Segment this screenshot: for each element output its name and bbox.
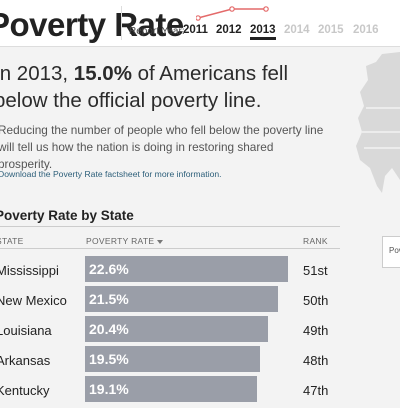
- poverty-rate-bar: 21.5%: [85, 286, 278, 312]
- table-row[interactable]: Louisiana 20.4% 49th: [0, 314, 340, 348]
- table-divider: [0, 226, 340, 227]
- page-title: Poverty Rate: [0, 6, 184, 43]
- poverty-rate-value: 20.4%: [89, 321, 129, 337]
- poverty-rate-value: 19.5%: [89, 351, 129, 367]
- state-name: New Mexico: [0, 293, 67, 308]
- year-2016: 2016: [353, 24, 379, 36]
- column-header-rate[interactable]: POVERTY RATE: [86, 236, 164, 246]
- intro-description: Reducing the number of people who fell b…: [0, 123, 324, 171]
- column-header-rank[interactable]: RANK: [303, 236, 328, 246]
- poverty-rate-bar: 19.1%: [85, 376, 257, 402]
- report-year-label: Report Year:: [129, 26, 185, 37]
- column-header-rate-label: POVERTY RATE: [86, 236, 155, 246]
- sparkline-point: [229, 6, 235, 12]
- sparkline-point: [196, 15, 201, 21]
- header-divider: [121, 6, 122, 40]
- poverty-rate-bar: 19.5%: [85, 346, 260, 372]
- state-rank: 50th: [303, 293, 329, 308]
- column-header-state[interactable]: STATE: [0, 236, 24, 246]
- table-row[interactable]: New Mexico 21.5% 50th: [0, 284, 340, 318]
- sort-caret-icon: [157, 239, 164, 244]
- poverty-rate-value: 19.1%: [89, 381, 129, 397]
- year-trend-sparkline: [196, 6, 269, 21]
- headline-pre: In 2013,: [0, 62, 74, 85]
- table-row[interactable]: Arkansas 19.5% 48th: [0, 344, 340, 378]
- poverty-rate-bar: 20.4%: [85, 316, 268, 342]
- year-2015: 2015: [318, 24, 344, 36]
- state-rank: 48th: [303, 353, 329, 368]
- state-name: Arkansas: [0, 353, 51, 368]
- year-2014: 2014: [284, 24, 310, 36]
- state-select-dropdown[interactable]: Pov: [382, 236, 400, 268]
- sparkline-point: [263, 6, 269, 12]
- year-2012[interactable]: 2012: [216, 24, 242, 36]
- table-row[interactable]: Kentucky 19.1% 47th: [0, 374, 340, 408]
- year-2013[interactable]: 2013: [250, 24, 276, 40]
- state-rank: 47th: [303, 383, 329, 398]
- poverty-rate-bar: 22.6%: [85, 256, 288, 282]
- poverty-rate-value: 21.5%: [89, 291, 129, 307]
- us-map: [356, 52, 400, 193]
- poverty-rate-value: 22.6%: [89, 261, 129, 277]
- state-name: Mississippi: [0, 263, 59, 278]
- table-header-divider: [0, 248, 340, 249]
- header-bar: Poverty Rate Report Year: 2011 2012 2013…: [0, 0, 400, 47]
- state-rank: 51st: [303, 263, 328, 278]
- table-title: Poverty Rate by State: [0, 208, 134, 223]
- state-name: Louisiana: [0, 323, 52, 338]
- year-2011[interactable]: 2011: [183, 24, 208, 36]
- headline: In 2013, 15.0% of Americans fell below t…: [0, 60, 324, 114]
- download-factsheet-link[interactable]: Download the Poverty Rate factsheet for …: [0, 169, 222, 179]
- state-select-placeholder: Pov: [389, 246, 400, 255]
- table-row[interactable]: Mississippi 22.6% 51st: [0, 254, 340, 288]
- state-rank: 49th: [303, 323, 329, 338]
- state-name: Kentucky: [0, 383, 50, 398]
- headline-value: 15.0%: [73, 62, 132, 85]
